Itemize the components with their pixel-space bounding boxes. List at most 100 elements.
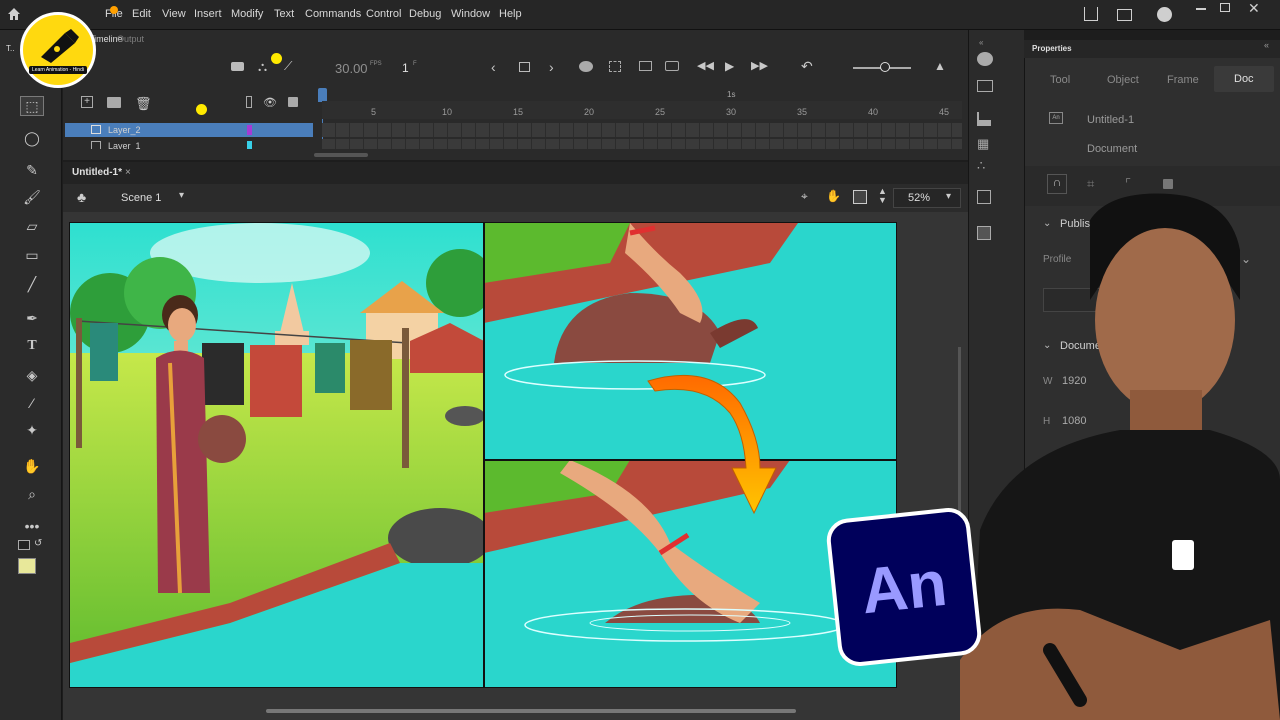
- highlight-layer-icon[interactable]: [246, 96, 252, 108]
- collapse-icon[interactable]: «: [1264, 40, 1269, 50]
- menu-debug[interactable]: Debug: [409, 8, 441, 20]
- undo-icon[interactable]: ↶: [801, 58, 813, 75]
- menu-commands[interactable]: Commands: [305, 8, 361, 20]
- motion-presets-icon[interactable]: ∴: [977, 158, 985, 174]
- line-tool-icon[interactable]: ╱: [20, 274, 44, 294]
- fit-stage-icon[interactable]: ▲ ▼: [878, 187, 887, 205]
- delete-layer-icon[interactable]: 🗑: [135, 96, 152, 112]
- frame-zoom-slider-handle[interactable]: [880, 62, 890, 72]
- eyedropper-tool-icon[interactable]: ⁄: [20, 393, 44, 413]
- current-frame-value[interactable]: 1: [402, 61, 409, 75]
- decor-dot: [110, 6, 118, 14]
- stage-canvas[interactable]: [69, 222, 897, 688]
- paint-brush-tool-icon[interactable]: ✎: [20, 160, 44, 180]
- layer-row[interactable]: Layer_2: [65, 123, 313, 137]
- menu-text[interactable]: Text: [274, 8, 294, 20]
- fps-value[interactable]: 30.00: [335, 61, 368, 76]
- scene-name[interactable]: Scene 1: [121, 192, 161, 204]
- frames-row[interactable]: [322, 139, 962, 149]
- new-folder-icon[interactable]: [107, 97, 121, 108]
- workspace-icon[interactable]: [1117, 9, 1132, 21]
- document-tab[interactable]: Untitled-1*: [72, 167, 122, 178]
- layer-color-swatch[interactable]: [247, 125, 252, 135]
- tick-label: 15: [513, 107, 524, 117]
- edit-multiple-frames-icon[interactable]: [609, 61, 621, 72]
- menu-modify[interactable]: Modify: [231, 8, 263, 20]
- tick-label: 20: [584, 107, 595, 117]
- menu-insert[interactable]: Insert: [194, 8, 222, 20]
- layer-name[interactable]: Layer_2: [108, 125, 141, 135]
- hand-tool-icon[interactable]: ✋: [20, 456, 44, 476]
- scene-icon[interactable]: ♣: [77, 189, 86, 205]
- menu-window[interactable]: Window: [451, 8, 490, 20]
- minimize-icon[interactable]: [1196, 8, 1206, 10]
- restore-icon[interactable]: [1220, 3, 1230, 12]
- horizontal-scrollbar[interactable]: [266, 709, 796, 713]
- play-icon[interactable]: ▶: [725, 59, 734, 73]
- more-tools-icon[interactable]: •••: [20, 516, 44, 536]
- pin-tool-icon[interactable]: ✦: [20, 420, 44, 440]
- show-hide-icon[interactable]: 👁: [263, 96, 277, 109]
- frame-ruler[interactable]: [322, 101, 962, 119]
- free-transform-tool-icon[interactable]: ⬚: [20, 96, 44, 116]
- prev-keyframe-icon[interactable]: ‹: [491, 59, 496, 75]
- snap-icon[interactable]: ⌖: [801, 189, 808, 204]
- document-icon: An: [1049, 112, 1063, 124]
- forward-icon[interactable]: ▶▶: [751, 59, 768, 72]
- collapse-icon[interactable]: «: [979, 38, 983, 47]
- stroke-color-swatch[interactable]: [18, 540, 30, 550]
- rotate-stage-icon[interactable]: ✋: [826, 189, 841, 203]
- tab-object[interactable]: Object: [1107, 74, 1139, 86]
- onion-skin-icon[interactable]: [579, 61, 593, 72]
- lock-icon[interactable]: [288, 97, 298, 107]
- chevron-down-icon[interactable]: ▾: [179, 190, 184, 201]
- paint-bucket-tool-icon[interactable]: ◈: [20, 365, 44, 385]
- zoom-tool-icon[interactable]: ⌕: [20, 484, 44, 504]
- eraser-tool-icon[interactable]: ▱: [20, 216, 44, 236]
- menu-view[interactable]: View: [162, 8, 186, 20]
- tab-tool[interactable]: Tool: [1050, 74, 1070, 86]
- new-layer-icon[interactable]: +: [81, 96, 93, 108]
- layer-color-swatch[interactable]: [247, 141, 252, 149]
- loop-icon[interactable]: [665, 61, 679, 71]
- next-keyframe-icon[interactable]: ›: [549, 59, 554, 75]
- close-icon[interactable]: ✕: [1248, 0, 1260, 17]
- pen-tool-icon[interactable]: ✒: [20, 308, 44, 328]
- rewind-icon[interactable]: ◀◀: [697, 59, 714, 72]
- layer-row[interactable]: Layer_1: [65, 139, 313, 149]
- rectangle-tool-icon[interactable]: ▭: [20, 245, 44, 265]
- menu-control[interactable]: Control: [366, 8, 401, 20]
- layer-name[interactable]: Layer_1: [108, 141, 141, 149]
- home-icon[interactable]: [6, 6, 22, 22]
- frames-row[interactable]: [322, 123, 962, 137]
- tab-doc[interactable]: Doc: [1214, 66, 1274, 92]
- tools-panel-title: T..: [6, 44, 15, 53]
- tick-label: 5: [371, 107, 377, 117]
- timeline-scrollbar[interactable]: [314, 153, 368, 157]
- menu-edit[interactable]: Edit: [132, 8, 151, 20]
- test-movie-icon[interactable]: [1157, 7, 1172, 22]
- tab-frame[interactable]: Frame: [1167, 74, 1199, 86]
- menu-help[interactable]: Help: [499, 8, 522, 20]
- swap-colors-icon[interactable]: ↺: [34, 538, 42, 549]
- brush-tool-icon[interactable]: 🖌: [20, 187, 44, 207]
- tab-output[interactable]: Output: [117, 34, 144, 44]
- fill-color-swatch[interactable]: [18, 558, 36, 574]
- share-icon[interactable]: [1084, 7, 1098, 21]
- menu-bar: File Edit View Insert Modify Text Comman…: [0, 0, 1280, 30]
- insert-keyframe-icon[interactable]: [519, 62, 530, 72]
- library-icon[interactable]: [977, 52, 993, 66]
- close-tab-icon[interactable]: ×: [125, 167, 131, 178]
- clip-canvas-icon[interactable]: [853, 190, 867, 204]
- center-frame-icon[interactable]: [639, 61, 652, 71]
- components-icon[interactable]: ▦: [977, 136, 989, 152]
- color-swatches-icon[interactable]: [977, 80, 993, 92]
- align-icon[interactable]: [977, 112, 991, 126]
- mountain-icon[interactable]: ▲: [934, 59, 946, 73]
- camera-icon[interactable]: [231, 62, 244, 71]
- lasso-tool-icon[interactable]: ◯: [20, 128, 44, 148]
- text-tool-icon[interactable]: T: [20, 336, 44, 356]
- graph-icon[interactable]: ⟋: [284, 59, 292, 74]
- properties-title: Properties: [1032, 44, 1072, 53]
- layer-parenting-icon[interactable]: ⛬: [258, 59, 267, 75]
